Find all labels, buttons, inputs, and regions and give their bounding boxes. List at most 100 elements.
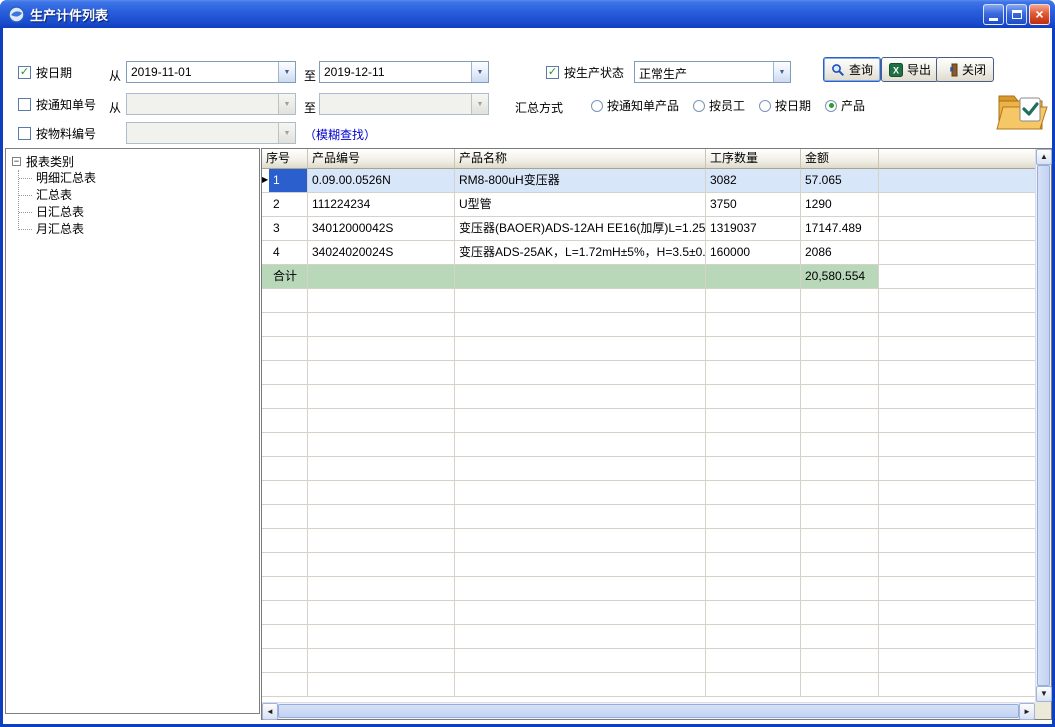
tree-item-monthly-summary[interactable]: 月汇总表 [6, 221, 259, 238]
dropdown-arrow-icon[interactable]: ▼ [471, 62, 488, 82]
empty-cell [308, 337, 455, 361]
dropdown-arrow-icon[interactable]: ▼ [773, 62, 790, 82]
empty-cell [269, 337, 308, 361]
dropdown-arrow-icon: ▼ [471, 94, 488, 114]
empty-cell [801, 577, 879, 601]
empty-cell [706, 481, 801, 505]
cell-qty: 3082 [706, 169, 801, 193]
search-icon [831, 63, 845, 77]
radio-by-product[interactable]: 产品 [825, 97, 865, 114]
tree-connector [19, 212, 32, 213]
tree-item-summary[interactable]: 汇总表 [6, 187, 259, 204]
empty-cell [801, 505, 879, 529]
by-date-checkbox[interactable]: ✓ 按日期 [18, 64, 72, 81]
empty-cell [706, 337, 801, 361]
export-button[interactable]: X 导出 [881, 57, 939, 82]
table-row[interactable]: 3 34012000042S 变压器(BAOER)ADS-12AH EE16(加… [262, 217, 1035, 241]
radio-by-notice-product[interactable]: 按通知单产品 [591, 97, 679, 114]
empty-cell [308, 673, 455, 697]
tree-root-row[interactable]: − 报表类别 [6, 153, 259, 170]
radio-label: 按日期 [775, 97, 811, 114]
column-header-amount[interactable]: 金额 [801, 149, 879, 169]
checkbox-check-icon: ✓ [18, 66, 31, 79]
empty-cell [706, 433, 801, 457]
empty-cell [706, 409, 801, 433]
cell-name: U型管 [455, 193, 706, 217]
column-header-code[interactable]: 产品编号 [308, 149, 455, 169]
tree-root-label: 报表类别 [26, 153, 74, 170]
notice-to-combo: ▼ [319, 93, 489, 115]
tree-item-label: 月汇总表 [36, 222, 84, 236]
close-button[interactable]: × [1029, 4, 1050, 25]
close-form-button[interactable]: 关闭 [936, 57, 994, 82]
date-to-value: 2019-12-11 [320, 62, 471, 82]
empty-cell [455, 433, 706, 457]
by-notice-checkbox[interactable]: 按通知单号 [18, 96, 96, 113]
by-material-checkbox[interactable]: 按物料编号 [18, 125, 96, 142]
empty-cell [308, 505, 455, 529]
scroll-right-icon[interactable]: ► [1019, 703, 1035, 720]
material-value [127, 123, 278, 143]
radio-by-employee[interactable]: 按员工 [693, 97, 745, 114]
scroll-up-icon[interactable]: ▲ [1036, 149, 1052, 165]
vertical-scrollbar[interactable]: ▲ ▼ [1035, 149, 1051, 702]
scroll-left-icon[interactable]: ◄ [262, 703, 278, 720]
table-row[interactable]: 2 111224234 U型管 3750 1290 [262, 193, 1035, 217]
empty-cell [879, 529, 1035, 553]
empty-cell [801, 385, 879, 409]
column-header-seq[interactable]: 序号 [262, 149, 308, 169]
horizontal-scroll-thumb[interactable] [278, 704, 1019, 718]
maximize-button[interactable] [1006, 4, 1027, 25]
table-row[interactable]: 4 34024020024S 变压器ADS-25AK，L=1.72mH±5%，H… [262, 241, 1035, 265]
column-header-name[interactable]: 产品名称 [455, 149, 706, 169]
window-title: 生产计件列表 [30, 5, 983, 24]
empty-cell [262, 289, 269, 313]
empty-cell [262, 337, 269, 361]
date-to-label: 至 [304, 67, 316, 84]
tree-collapse-icon[interactable]: − [12, 157, 21, 166]
table-empty-row [262, 577, 1035, 601]
radio-by-date[interactable]: 按日期 [759, 97, 811, 114]
query-button[interactable]: 查询 [823, 57, 881, 82]
dropdown-arrow-icon[interactable]: ▼ [278, 62, 295, 82]
cell-name: RM8-800uH变压器 [455, 169, 706, 193]
table-empty-row [262, 361, 1035, 385]
empty-cell [455, 577, 706, 601]
export-button-label: 导出 [907, 61, 931, 78]
folder-check-icon [996, 88, 1048, 136]
checkbox-empty-icon [18, 127, 31, 140]
cell-amount: 17147.489 [801, 217, 879, 241]
radio-circle-icon [759, 100, 771, 112]
scroll-down-icon[interactable]: ▼ [1036, 686, 1052, 702]
minimize-button[interactable] [983, 4, 1004, 25]
app-window: 生产计件列表 × ✓ 按日期 从 2019-11-01 ▼ 至 2019-12-… [0, 0, 1055, 727]
fuzzy-search-hint: （模糊查找） [304, 126, 376, 143]
empty-cell [262, 649, 269, 673]
radio-selected-icon [825, 100, 837, 112]
date-to-combo[interactable]: 2019-12-11 ▼ [319, 61, 489, 83]
empty-cell [308, 625, 455, 649]
empty-cell [269, 529, 308, 553]
empty-cell [308, 529, 455, 553]
status-combo[interactable]: 正常生产 ▼ [634, 61, 791, 83]
empty-cell [879, 673, 1035, 697]
column-header-qty[interactable]: 工序数量 [706, 149, 801, 169]
cell-code: 0.09.00.0526N [308, 169, 455, 193]
checkbox-empty-icon [18, 98, 31, 111]
tree-item-daily-summary[interactable]: 日汇总表 [6, 204, 259, 221]
empty-cell [262, 601, 269, 625]
svg-text:X: X [893, 65, 899, 75]
table-empty-row [262, 409, 1035, 433]
date-from-value: 2019-11-01 [127, 62, 278, 82]
vertical-scroll-thumb[interactable] [1037, 165, 1050, 686]
tree-item-detail-summary[interactable]: 明细汇总表 [6, 170, 259, 187]
cell-amount: 57.065 [801, 169, 879, 193]
by-status-checkbox[interactable]: ✓ 按生产状态 [546, 64, 624, 81]
table-row[interactable]: ▶ 1 0.09.00.0526N RM8-800uH变压器 3082 57.0… [262, 169, 1035, 193]
horizontal-scrollbar[interactable]: ◄ ► [262, 702, 1035, 719]
empty-cell [269, 409, 308, 433]
date-from-combo[interactable]: 2019-11-01 ▼ [126, 61, 296, 83]
empty-cell [269, 625, 308, 649]
empty-cell [706, 553, 801, 577]
empty-cell [879, 313, 1035, 337]
